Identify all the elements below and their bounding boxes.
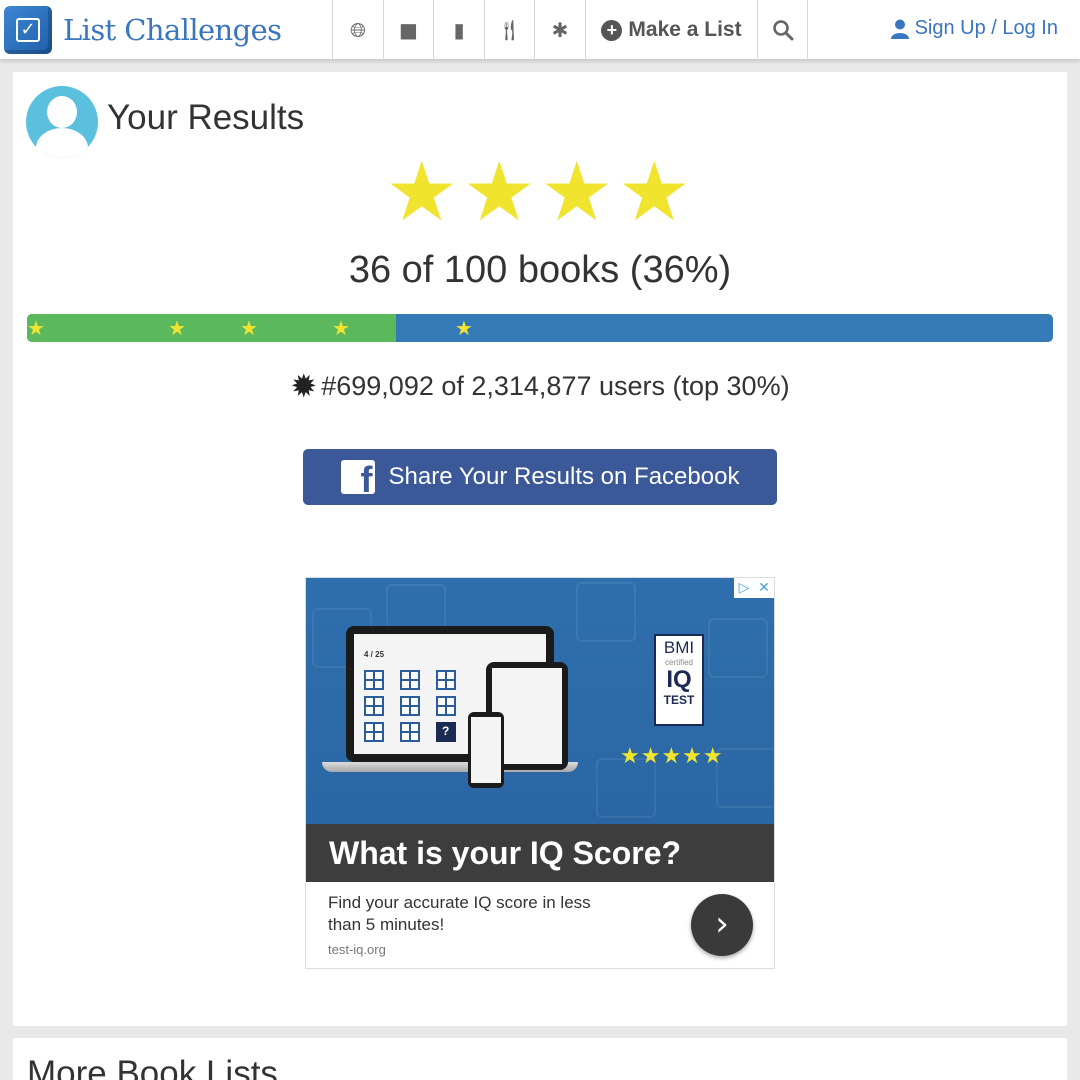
signup-label: Sign Up / Log In xyxy=(914,17,1058,39)
books-read-count: 36 of 100 books (36%) xyxy=(348,249,732,291)
make-a-list-button[interactable]: + Make a List xyxy=(585,0,757,60)
progress-star-icon: ★ xyxy=(168,316,186,340)
progress-star-icon: ★ xyxy=(27,316,45,340)
question-counter: 4 / 25 xyxy=(364,650,385,659)
asterisk-icon: ✱ xyxy=(551,18,569,42)
bmi-iq-test-badge: BMI certified IQ TEST xyxy=(654,634,704,726)
ad-headline: What is your IQ Score? xyxy=(306,824,774,882)
search-icon xyxy=(772,20,793,41)
nav-misc-button[interactable]: ✱ xyxy=(534,0,585,60)
search-button[interactable] xyxy=(757,0,808,60)
avatar xyxy=(26,86,98,158)
adchoices-icon[interactable]: ▷ xyxy=(734,578,754,598)
video-camera-icon: ■ xyxy=(399,18,418,42)
progress-star-icon: ★ xyxy=(240,316,258,340)
ad-url: test-iq.org xyxy=(328,942,386,957)
progress-bar: ★ ★ ★ ★ ★ xyxy=(27,314,1053,342)
share-facebook-button[interactable]: f Share Your Results on Facebook xyxy=(303,449,777,505)
globe-icon: 🌐︎ xyxy=(350,18,366,42)
top-nav-bar: ✓ List Challenges 🌐︎ ■ ▮ 🍴︎ ✱ + Make a L… xyxy=(0,0,1080,60)
page-title: Your Results xyxy=(107,98,305,137)
iq-test-ad[interactable]: 4 / 25 ? BMI certified IQ TEST ★★★★★ ▷ ✕… xyxy=(305,577,775,969)
badge-burst-icon: ✹ xyxy=(290,367,318,405)
ad-rating-stars: ★★★★★ xyxy=(620,744,724,769)
nav-globe-button[interactable]: 🌐︎ xyxy=(332,0,383,60)
rating-stars: ★★★★ xyxy=(384,145,696,240)
make-a-list-label: Make a List xyxy=(628,18,742,41)
plus-circle-icon: + xyxy=(601,19,623,41)
user-rank: ✹ #699,092 of 2,314,877 users (top 30%) xyxy=(13,367,1067,405)
site-logo[interactable]: ✓ List Challenges xyxy=(4,4,332,56)
section-heading: More Book Lists xyxy=(27,1054,278,1080)
chevron-right-icon[interactable]: › xyxy=(691,894,753,956)
nav-books-button[interactable]: ▮ xyxy=(433,0,484,60)
ad-description: Find your accurate IQ score in less than… xyxy=(328,893,591,934)
fork-knife-icon: 🍴︎ xyxy=(496,18,523,42)
progress-star-icon: ★ xyxy=(332,316,350,340)
results-card: Your Results ★★★★ 36 of 100 books (36%) … xyxy=(13,72,1067,1026)
close-icon[interactable]: ✕ xyxy=(754,578,774,598)
logo-checkbox-icon: ✓ xyxy=(4,6,52,54)
rank-text: #699,092 of 2,314,877 users (top 30%) xyxy=(321,371,790,401)
nav-video-button[interactable]: ■ xyxy=(383,0,433,60)
nav-food-button[interactable]: 🍴︎ xyxy=(484,0,534,60)
facebook-icon: f xyxy=(340,460,375,494)
share-facebook-label: Share Your Results on Facebook xyxy=(388,463,740,490)
signup-login-link[interactable]: Sign Up / Log In xyxy=(890,17,1058,40)
ad-choices[interactable]: ▷ ✕ xyxy=(734,578,774,598)
site-name: List Challenges xyxy=(63,13,282,47)
more-lists-card: More Book Lists xyxy=(13,1038,1067,1080)
progress-star-icon: ★ xyxy=(455,316,473,340)
phone-illustration xyxy=(468,712,504,788)
user-icon xyxy=(890,19,909,39)
ad-image: 4 / 25 ? BMI certified IQ TEST ★★★★★ xyxy=(306,578,774,824)
book-icon: ▮ xyxy=(453,18,465,42)
